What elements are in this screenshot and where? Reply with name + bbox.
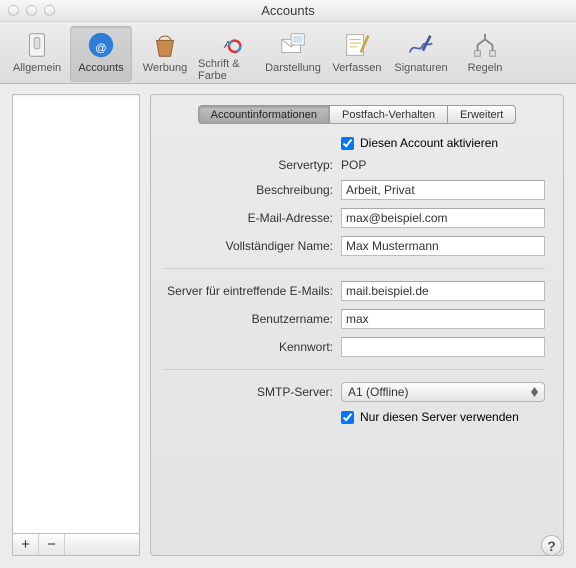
only-this-server-checkbox[interactable]	[341, 411, 354, 424]
fullname-label: Vollständiger Name:	[163, 239, 333, 253]
tab-advanced[interactable]: Erweitert	[447, 105, 516, 124]
compose-icon	[342, 30, 372, 60]
add-account-button[interactable]: +	[13, 534, 39, 555]
rules-icon	[470, 30, 500, 60]
tab-accounts[interactable]: @ Accounts	[70, 26, 132, 82]
tab-junk[interactable]: Werbung	[134, 26, 196, 82]
smtp-server-select[interactable]: A1 (Offline)	[341, 382, 545, 402]
tab-composing[interactable]: Verfassen	[326, 26, 388, 82]
tab-label: Accounts	[78, 62, 123, 74]
separator	[163, 369, 545, 370]
smtp-server-value: A1 (Offline)	[348, 385, 408, 399]
account-sidebar: + −	[12, 94, 140, 556]
tab-viewing[interactable]: Darstellung	[262, 26, 324, 82]
titlebar: Accounts	[0, 0, 576, 22]
username-label: Benutzername:	[163, 312, 333, 326]
description-field[interactable]	[341, 180, 545, 200]
chevron-up-down-icon	[531, 387, 538, 397]
incoming-server-label: Server für eintreffende E-Mails:	[163, 284, 333, 298]
account-form: Diesen Account aktivieren Servertyp: POP…	[163, 136, 551, 424]
tab-label: Darstellung	[265, 62, 321, 74]
servertype-label: Servertyp:	[163, 158, 333, 172]
envelope-photo-icon	[278, 30, 308, 60]
help-button[interactable]: ?	[541, 535, 562, 556]
bag-icon	[150, 30, 180, 60]
remove-account-button[interactable]: −	[39, 534, 65, 555]
incoming-server-field[interactable]	[341, 281, 545, 301]
section-tabs: Accountinformationen Postfach-Verhalten …	[198, 105, 517, 124]
tab-fonts[interactable]: A Schrift & Farbe	[198, 26, 260, 82]
servertype-value: POP	[341, 158, 545, 172]
activate-account-checkbox[interactable]	[341, 137, 354, 150]
switch-icon	[22, 30, 52, 60]
tab-label: Verfassen	[333, 62, 382, 74]
email-label: E-Mail-Adresse:	[163, 211, 333, 225]
tab-mailbox-behavior[interactable]: Postfach-Verhalten	[329, 105, 447, 124]
main: + − Accountinformationen Postfach-Verhal…	[0, 84, 576, 568]
account-list-footer: + −	[12, 534, 140, 556]
tab-label: Allgemein	[13, 62, 61, 74]
tab-signatures[interactable]: Signaturen	[390, 26, 452, 82]
font-color-icon: A	[214, 30, 244, 56]
account-list[interactable]	[12, 94, 140, 534]
password-label: Kennwort:	[163, 340, 333, 354]
tab-label: Signaturen	[394, 62, 447, 74]
smtp-label: SMTP-Server:	[163, 385, 333, 399]
username-field[interactable]	[341, 309, 545, 329]
tab-label: Werbung	[143, 62, 187, 74]
tab-label: Schrift & Farbe	[198, 58, 260, 82]
svg-text:@: @	[95, 43, 106, 55]
fullname-field[interactable]	[341, 236, 545, 256]
preferences-toolbar: Allgemein @ Accounts Werbung A Schrift &…	[0, 22, 576, 84]
at-sign-icon: @	[86, 30, 116, 60]
password-field[interactable]	[341, 337, 545, 357]
window-title: Accounts	[0, 3, 576, 18]
only-this-server-label: Nur diesen Server verwenden	[360, 410, 519, 424]
account-detail-panel: Accountinformationen Postfach-Verhalten …	[150, 94, 564, 556]
email-field[interactable]	[341, 208, 545, 228]
separator	[163, 268, 545, 269]
tab-rules[interactable]: Regeln	[454, 26, 516, 82]
tab-general[interactable]: Allgemein	[6, 26, 68, 82]
tab-account-info[interactable]: Accountinformationen	[198, 105, 329, 124]
tab-label: Regeln	[468, 62, 503, 74]
signature-icon	[406, 30, 436, 60]
description-label: Beschreibung:	[163, 183, 333, 197]
activate-account-label: Diesen Account aktivieren	[360, 136, 498, 150]
